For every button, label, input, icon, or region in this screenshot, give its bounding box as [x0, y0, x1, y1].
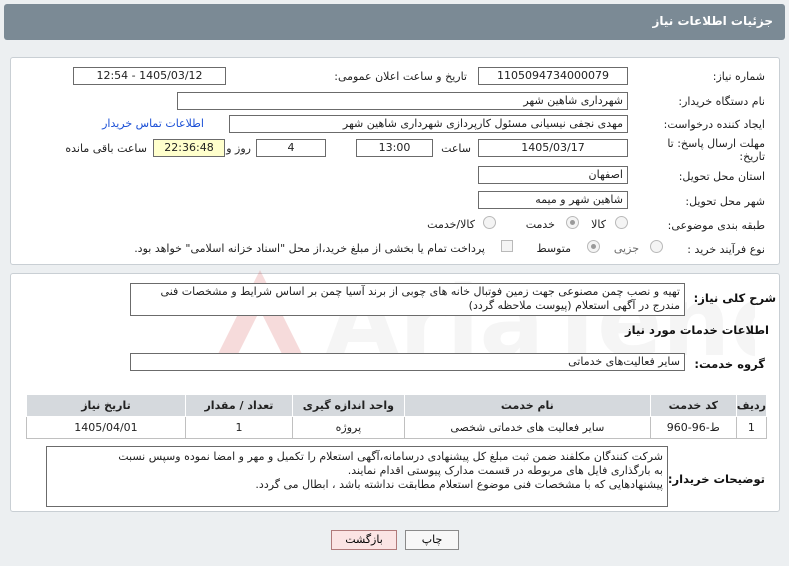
category-label: طبقه بندی موضوعی:: [667, 219, 765, 232]
process-option-medium: متوسط: [536, 242, 571, 255]
deadline-time-field: 13:00: [356, 139, 433, 157]
announce-label: تاریخ و ساعت اعلان عمومی:: [334, 70, 467, 83]
buyer-org-label: نام دستگاه خریدار:: [678, 95, 765, 108]
col-row: ردیف: [735, 394, 768, 417]
need-number-label: شماره نیاز:: [712, 70, 765, 83]
remaining-time-field: 22:36:48: [153, 139, 225, 157]
process-radio-medium[interactable]: [587, 240, 600, 253]
process-label: نوع فرآیند خرید :: [687, 243, 765, 256]
creator-field: مهدی نجفی نیسیانی مسئول کارپردازی شهردار…: [229, 115, 628, 133]
category-option-goods-service: کالا/خدمت: [427, 218, 475, 231]
cell-quantity: 1: [184, 416, 293, 439]
province-field: اصفهان: [478, 166, 628, 184]
buyer-contact-link[interactable]: اطلاعات تماس خریدار: [102, 117, 204, 130]
buyer-notes-text: شرکت کنندگان مکلفند ضمن ثبت مبلغ کل پیشن…: [46, 446, 668, 507]
category-radio-goods-service[interactable]: [483, 216, 496, 229]
category-option-service: خدمت: [525, 218, 555, 231]
col-service-code: کد خدمت: [649, 394, 737, 417]
note-line-2: به بارگذاری فایل های مربوطه در قسمت مدار…: [347, 464, 663, 477]
cell-need-date: 1405/04/01: [26, 416, 186, 439]
process-radio-minor[interactable]: [650, 240, 663, 253]
note-line-3: پیشنهادهایی که با مشخصات فنی موضوع استعل…: [255, 478, 663, 491]
days-label: روز و: [226, 142, 251, 155]
col-quantity: تعداد / مقدار: [184, 394, 293, 417]
treasury-checkbox[interactable]: [501, 240, 513, 252]
page-header: جزئیات اطلاعات نیاز: [4, 4, 785, 40]
summary-text: تهیه و نصب چمن مصنوعی جهت زمین فوتبال خا…: [130, 283, 685, 316]
deadline-date-field: 1405/03/17: [478, 139, 628, 157]
category-option-goods: کالا: [591, 218, 606, 231]
remaining-time-label: ساعت باقی مانده: [65, 142, 147, 155]
buyer-notes-label: توضیحات خریدار:: [667, 472, 765, 486]
province-label: استان محل تحویل:: [678, 170, 765, 183]
category-radio-goods[interactable]: [615, 216, 628, 229]
cell-row: 1: [735, 416, 768, 439]
days-remaining-field: 4: [256, 139, 326, 157]
process-option-minor: جزیی: [613, 242, 639, 255]
deadline-label: مهلت ارسال پاسخ: تا تاریخ:: [667, 137, 765, 163]
page-title: جزئیات اطلاعات نیاز: [652, 14, 773, 28]
cell-service-code: ط-96-960: [649, 416, 737, 439]
deadline-time-label: ساعت: [441, 142, 471, 155]
col-need-date: تاریخ نیاز: [26, 394, 186, 417]
col-unit: واحد اندازه گیری: [291, 394, 405, 417]
service-group-field: سایر فعالیت‌های خدماتی: [130, 353, 685, 371]
buyer-org-field: شهرداری شاهین شهر: [177, 92, 628, 110]
summary-label: شرح کلی نیاز:: [693, 291, 776, 305]
back-button[interactable]: بازگشت: [331, 530, 397, 550]
need-number-field: 1105094734000079: [478, 67, 628, 85]
category-radio-service[interactable]: [566, 216, 579, 229]
cell-unit: پروژه: [291, 416, 405, 439]
table-row: 1 ط-96-960 سایر فعالیت های خدماتی شخصی پ…: [26, 416, 768, 439]
col-service-name: نام خدمت: [403, 394, 651, 417]
treasury-note: پرداخت تمام یا بخشی از مبلغ خرید،از محل …: [134, 242, 485, 255]
creator-label: ایجاد کننده درخواست:: [663, 118, 765, 131]
services-table: ردیف کد خدمت نام خدمت واحد اندازه گیری ت…: [26, 394, 768, 439]
city-field: شاهین شهر و میمه: [478, 191, 628, 209]
cell-service-name: سایر فعالیت های خدماتی شخصی: [403, 416, 651, 439]
city-label: شهر محل تحویل:: [685, 195, 765, 208]
announce-datetime-field: 1405/03/12 - 12:54: [73, 67, 226, 85]
note-line-1: شرکت کنندگان مکلفند ضمن ثبت مبلغ کل پیشن…: [118, 450, 663, 463]
print-button[interactable]: چاپ: [405, 530, 459, 550]
service-group-label: گروه خدمت:: [694, 357, 765, 371]
services-section-title: اطلاعات خدمات مورد نیاز: [625, 323, 769, 337]
